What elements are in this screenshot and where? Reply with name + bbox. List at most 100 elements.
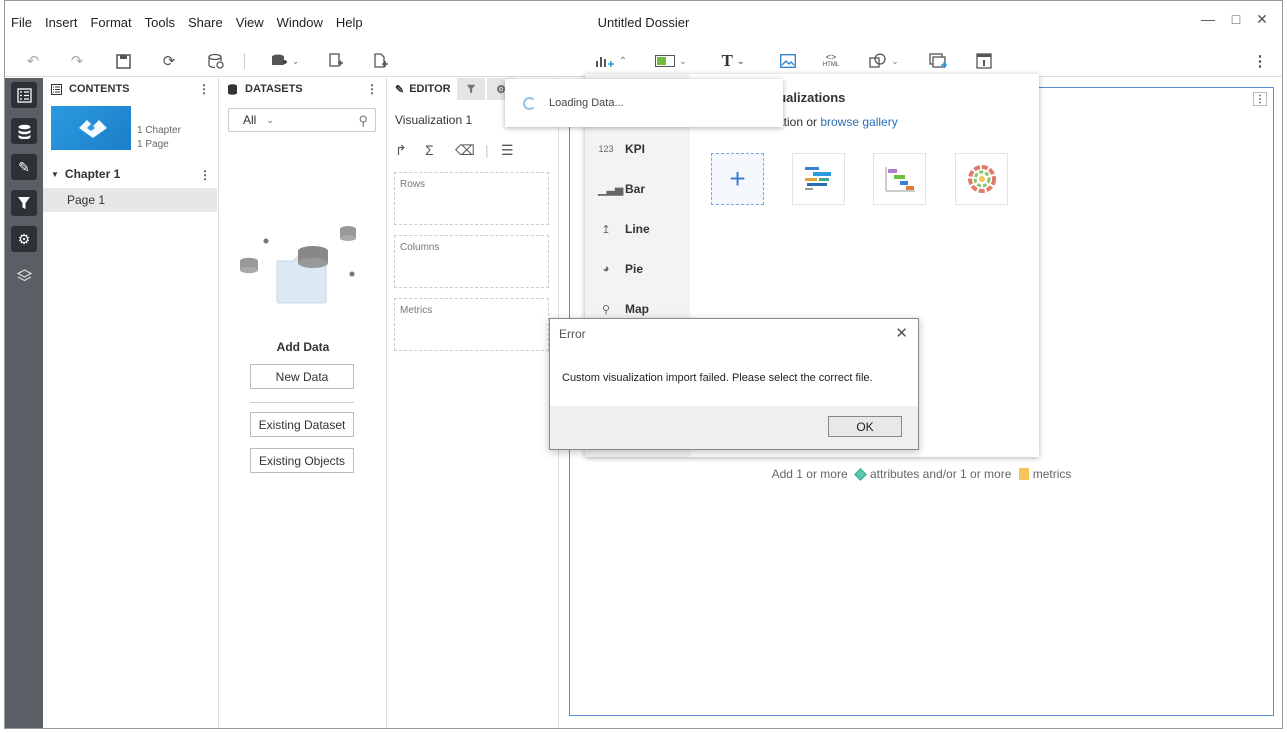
shape-icon[interactable]: ⌄ (865, 51, 903, 71)
menu-tools[interactable]: Tools (145, 15, 175, 30)
map-icon: ⚲ (601, 303, 611, 316)
search-icon[interactable]: ⚲ (358, 113, 368, 129)
new-page-icon[interactable] (370, 51, 392, 71)
text-icon[interactable]: T ⌄ (715, 51, 751, 71)
hint-part-3: metrics (1032, 467, 1072, 481)
layers-panel-icon[interactable] (11, 262, 37, 288)
maximize-icon[interactable]: □ (1226, 11, 1246, 27)
toolbar-separator (244, 53, 245, 69)
gantt-icon (885, 167, 915, 192)
menu-format[interactable]: Format (90, 15, 131, 30)
gantt-viz-card[interactable] (873, 153, 926, 205)
data-source-icon[interactable] (205, 51, 227, 71)
eraser-icon[interactable]: ⌫ (455, 142, 485, 159)
refresh-icon[interactable]: ⟳ (159, 51, 179, 71)
viz-type-pie[interactable]: ◕ Pie (598, 259, 643, 279)
metrics-drop-zone[interactable]: Metrics (394, 298, 549, 351)
menu: File Insert Format Tools Share View Wind… (11, 15, 376, 30)
dataset-filter-select[interactable]: All ⌄ ⚲ (228, 108, 376, 132)
datasets-header-icon (228, 83, 237, 95)
viz-type-kpi[interactable]: 123 KPI (598, 139, 645, 159)
html-container-icon[interactable]: <> HTML (818, 51, 844, 71)
rows-drop-zone[interactable]: Rows (394, 172, 549, 225)
viz-type-bar[interactable]: ▁▃▅ Bar (598, 179, 645, 199)
menu-view[interactable]: View (236, 15, 264, 30)
data-cloud-viz-card[interactable] (792, 153, 845, 205)
datasets-kebab-icon[interactable]: ⋮ (366, 82, 378, 96)
chapter-kebab-icon[interactable]: ⋮ (199, 168, 211, 182)
new-data-button[interactable]: New Data (250, 364, 354, 389)
page-thumbnail[interactable] (51, 106, 131, 150)
contents-header-icon (51, 83, 62, 95)
duplicate-page-icon[interactable] (325, 51, 347, 71)
ok-button[interactable]: OK (828, 416, 902, 437)
tab-filter[interactable] (457, 78, 485, 100)
columns-label: Columns (400, 242, 440, 253)
image-icon[interactable] (777, 51, 799, 71)
datasets-header: DATASETS ⋮ (219, 78, 386, 100)
existing-dataset-button[interactable]: Existing Dataset (250, 412, 354, 437)
dataset-filter-value: All (243, 113, 257, 127)
visualization-kebab-icon[interactable]: ⋮ (1253, 92, 1267, 106)
menu-help[interactable]: Help (336, 15, 363, 30)
close-icon[interactable]: ✕ (895, 324, 908, 342)
radial-viz-card[interactable] (955, 153, 1008, 205)
sum-icon[interactable]: Σ (425, 142, 455, 159)
more-options-icon[interactable]: ⋮ (1253, 51, 1268, 71)
settings-sliders-icon[interactable]: ☰ (501, 142, 531, 159)
pie-chart-icon: ◕ (602, 263, 610, 275)
page-row[interactable]: Page 1 (43, 188, 217, 212)
gallery-subtitle: zation or browse gallery (771, 115, 898, 129)
contents-header: CONTENTS ⋮ (43, 78, 218, 100)
editor-tools: ↱ Σ ⌫ | ☰ (395, 142, 531, 159)
panel-stack-icon[interactable] (927, 51, 949, 71)
contents-title: CONTENTS (69, 83, 130, 95)
close-window-icon[interactable]: ✕ (1252, 11, 1272, 28)
line-chart-icon: ↥ (601, 223, 611, 236)
menu-window[interactable]: Window (277, 15, 323, 30)
save-icon[interactable] (113, 51, 133, 71)
hint-part-2: attributes and/or 1 or more (869, 467, 1012, 481)
word-cloud-icon (804, 167, 831, 190)
tab-editor[interactable]: ✎ EDITOR (387, 78, 455, 100)
editor-panel-icon[interactable]: ✎ (11, 154, 37, 180)
menu-bar: File Insert Format Tools Share View Wind… (5, 1, 1282, 45)
menu-file[interactable]: File (11, 15, 32, 30)
add-custom-viz-card[interactable]: + (711, 153, 764, 205)
swap-axes-icon[interactable]: ↱ (395, 142, 425, 159)
filter-selector-icon[interactable]: ⌄ (653, 51, 689, 71)
minimize-icon[interactable]: — (1198, 11, 1218, 27)
chapter-count: 1 Chapter (137, 125, 181, 136)
thumbnail-info: 1 Chapter 1 Page (137, 124, 181, 152)
chapter-row[interactable]: ▼ Chapter 1 ⋮ (43, 164, 219, 184)
datasets-title: DATASETS (245, 83, 303, 95)
radial-chart-icon (967, 165, 996, 193)
menu-share[interactable]: Share (188, 15, 223, 30)
add-data-illustration-icon (240, 226, 356, 304)
datasets-panel-icon[interactable] (11, 118, 37, 144)
format-panel-icon[interactable]: ⚙ (11, 226, 37, 252)
contents-panel-icon[interactable] (11, 82, 37, 108)
viz-type-map[interactable]: ⚲ Map (598, 299, 649, 319)
line-label: Line (625, 222, 650, 236)
contents-kebab-icon[interactable]: ⋮ (198, 82, 210, 96)
add-dataset-icon[interactable]: ⌄ (267, 51, 303, 71)
bar-chart-icon: ▁▃▅ (598, 183, 624, 196)
left-rail: ✎ ⚙ (5, 78, 43, 728)
undo-icon[interactable]: ↶ (23, 51, 43, 71)
filter-panel-icon[interactable] (11, 190, 37, 216)
menu-insert[interactable]: Insert (45, 15, 78, 30)
info-window-icon[interactable] (973, 51, 995, 71)
collapse-triangle-icon[interactable]: ▼ (51, 170, 59, 179)
filter-icon (466, 84, 476, 94)
existing-objects-button[interactable]: Existing Objects (250, 448, 354, 473)
columns-drop-zone[interactable]: Columns (394, 235, 549, 288)
redo-icon[interactable]: ↷ (67, 51, 87, 71)
viz-type-line[interactable]: ↥ Line (598, 219, 650, 239)
contents-panel: CONTENTS ⋮ 1 Chapter 1 Page ▼ Chapter 1 … (43, 78, 219, 728)
loading-popover: Loading Data... (505, 79, 783, 127)
kpi-icon: 123 (598, 144, 614, 154)
hint-part-1: Add 1 or more (771, 467, 848, 481)
browse-gallery-link[interactable]: browse gallery (820, 115, 897, 129)
insert-visualization-icon[interactable]: ⌃ (593, 51, 629, 71)
